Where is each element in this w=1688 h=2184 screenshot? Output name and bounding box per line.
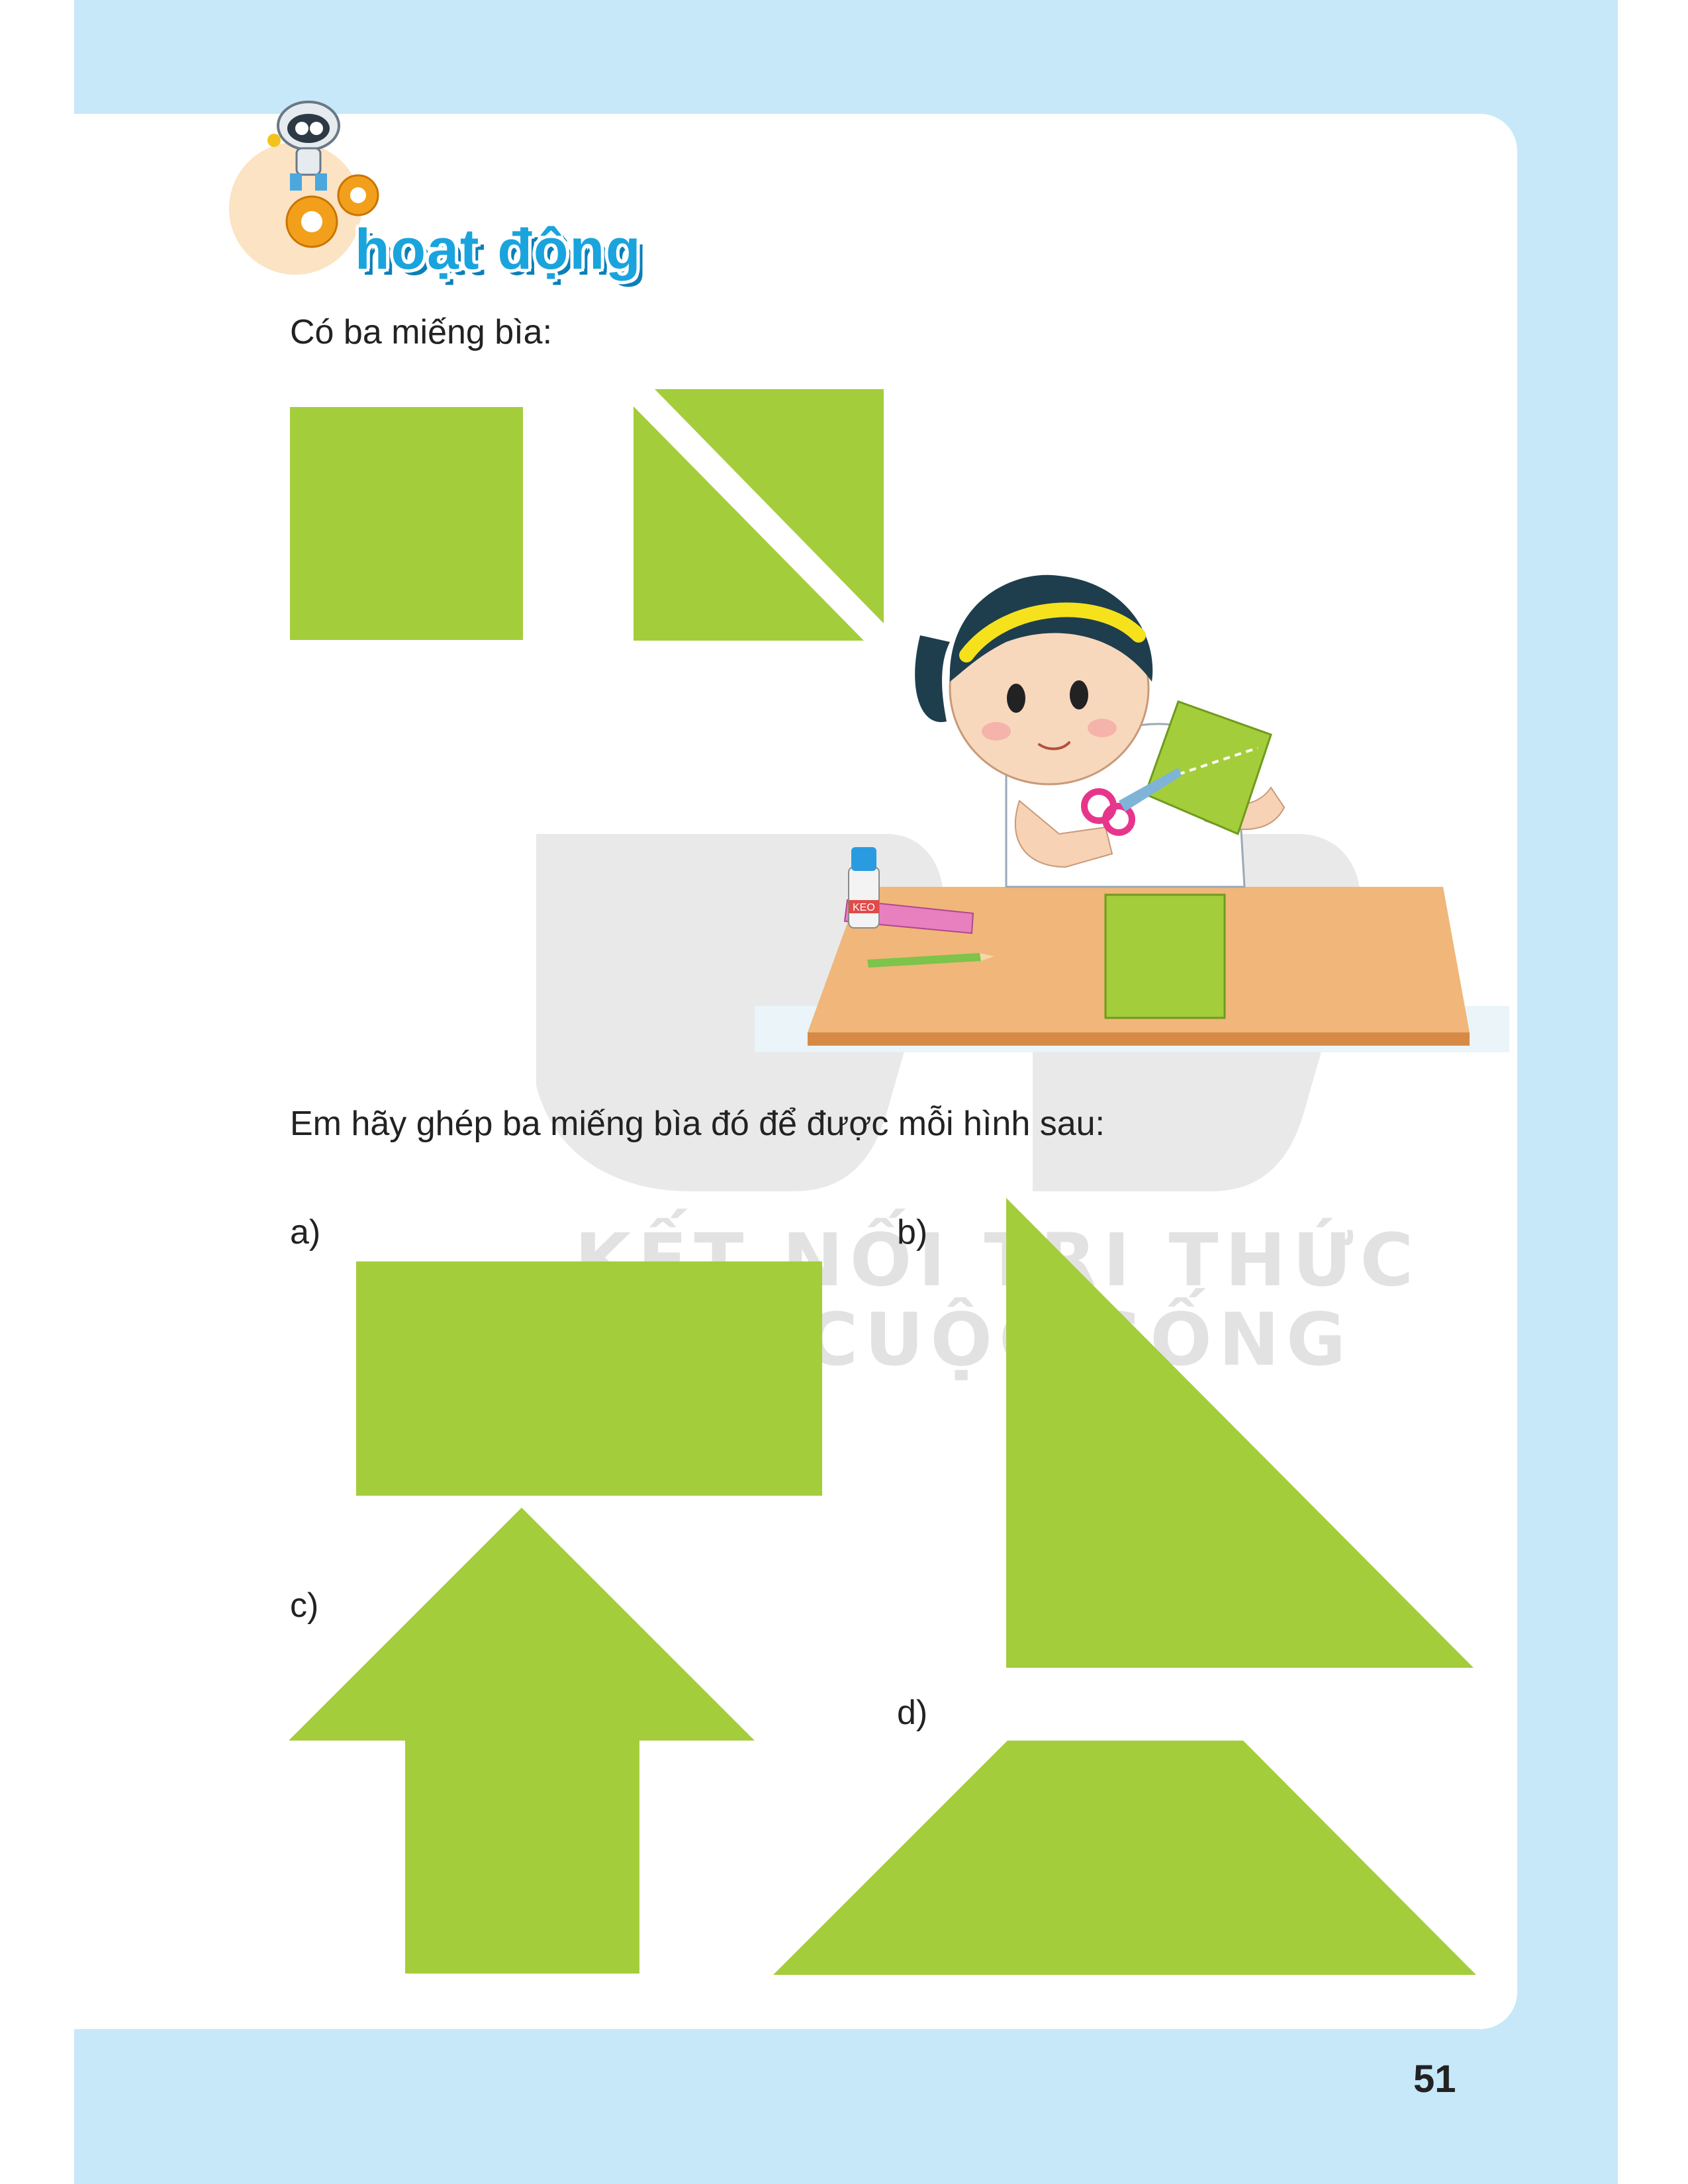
intro-text: Có ba miếng bìa: (290, 313, 553, 351)
figure-d-trapezoid (773, 1741, 1476, 1975)
figure-a-rectangle (356, 1261, 822, 1496)
page-number: 51 (1413, 2058, 1456, 2101)
figure-c-arrow (289, 1508, 755, 1974)
square-piece (290, 407, 523, 640)
label-a: a) (290, 1213, 321, 1251)
girl-cutting-card-illustration: KEO (808, 574, 1470, 1046)
label-d: d) (897, 1694, 928, 1732)
card-on-table (1104, 893, 1226, 1019)
glue-label: KEO (853, 902, 875, 913)
section-title: hoạt động (355, 218, 642, 281)
label-b: b) (897, 1213, 928, 1251)
hoat-dong-header: hoạt động (222, 99, 659, 298)
figure-b-triangle (1006, 1198, 1474, 1668)
instruction-text: Em hãy ghép ba miếng bìa đó để được mỗi … (290, 1105, 1105, 1143)
